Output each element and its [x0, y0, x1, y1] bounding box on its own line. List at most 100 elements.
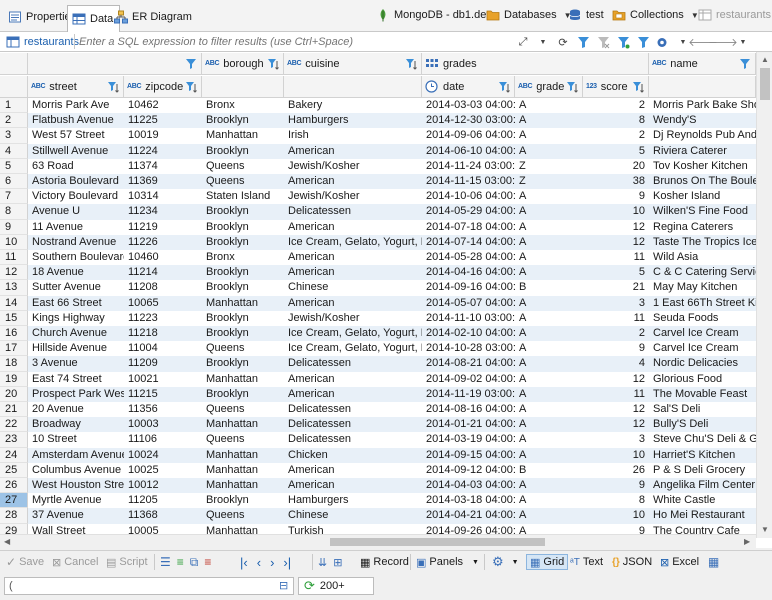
- table-row[interactable]: 13 Sutter Avenue 11208 Brooklyn Chinese 2014-…: [0, 280, 756, 296]
- cell-grade[interactable]: A: [515, 98, 583, 113]
- cell-name[interactable]: Kosher Island: [649, 189, 756, 204]
- table-row[interactable]: 2 Flatbush Avenue 11225 Brooklyn Hamburgers 2…: [0, 113, 756, 129]
- cell-zipcode[interactable]: 11208: [124, 280, 202, 295]
- cell-borough[interactable]: Manhattan: [202, 417, 284, 432]
- cell-borough[interactable]: Brooklyn: [202, 204, 284, 219]
- cell-date[interactable]: 2014-09-15 04:00:00: [422, 448, 515, 463]
- navigation-dropdown-icon[interactable]: ▼: [736, 35, 750, 49]
- cell-zipcode[interactable]: 11218: [124, 326, 202, 341]
- cell-street[interactable]: Avenue U: [28, 204, 124, 219]
- cell-street[interactable]: East 74 Street: [28, 372, 124, 387]
- cell-borough[interactable]: Queens: [202, 402, 284, 417]
- row-number[interactable]: 14: [0, 295, 28, 311]
- column-header-borough[interactable]: ABC borough: [202, 53, 284, 75]
- cell-grade[interactable]: A: [515, 113, 583, 128]
- cell-borough[interactable]: Manhattan: [202, 463, 284, 478]
- fetch-next-icon[interactable]: ⇊: [318, 556, 327, 569]
- cell-grade[interactable]: A: [515, 448, 583, 463]
- cell-grade[interactable]: A: [515, 432, 583, 447]
- cell-date[interactable]: 2014-09-06 04:00:00: [422, 128, 515, 143]
- table-row[interactable]: 22 Broadway 10003 Manhattan Delicatessen 2014…: [0, 417, 756, 433]
- cell-grade[interactable]: Z: [515, 159, 583, 174]
- cell-score[interactable]: 5: [583, 144, 649, 159]
- cell-score[interactable]: 11: [583, 311, 649, 326]
- cell-cuisine[interactable]: American: [284, 372, 422, 387]
- cell-score[interactable]: 12: [583, 372, 649, 387]
- row-number[interactable]: 7: [0, 189, 28, 205]
- cell-street[interactable]: Kings Highway: [28, 311, 124, 326]
- row-number[interactable]: 22: [0, 417, 28, 433]
- last-page-icon[interactable]: ›|: [283, 555, 291, 570]
- cell-borough[interactable]: Brooklyn: [202, 265, 284, 280]
- cell-grade[interactable]: A: [515, 508, 583, 523]
- cell-name[interactable]: Wendy'S: [649, 113, 756, 128]
- cell-zipcode[interactable]: 11214: [124, 265, 202, 280]
- cell-date[interactable]: 2014-07-18 04:00:00: [422, 220, 515, 235]
- cell-borough[interactable]: Brooklyn: [202, 326, 284, 341]
- row-number[interactable]: 4: [0, 143, 28, 159]
- cell-cuisine[interactable]: Jewish/Kosher: [284, 159, 422, 174]
- cell-date[interactable]: 2014-10-06 04:00:00: [422, 189, 515, 204]
- row-number[interactable]: 23: [0, 432, 28, 448]
- panel-options-icon[interactable]: [656, 35, 670, 49]
- cell-street[interactable]: 18 Avenue: [28, 265, 124, 280]
- table-row[interactable]: 24 Amsterdam Avenue 10024 Manhattan Chicken 2…: [0, 447, 756, 463]
- cell-borough[interactable]: Brooklyn: [202, 387, 284, 402]
- cell-zipcode[interactable]: 10065: [124, 296, 202, 311]
- cell-street[interactable]: Stillwell Avenue: [28, 144, 124, 159]
- cell-score[interactable]: 5: [583, 265, 649, 280]
- table-row[interactable]: 14 East 66 Street 10065 Manhattan American 20…: [0, 295, 756, 311]
- cell-score[interactable]: 10: [583, 204, 649, 219]
- cell-cuisine[interactable]: Delicatessen: [284, 432, 422, 447]
- cell-zipcode[interactable]: 11225: [124, 113, 202, 128]
- cell-score[interactable]: 8: [583, 113, 649, 128]
- cell-name[interactable]: Wild Asia: [649, 250, 756, 265]
- cell-grade[interactable]: A: [515, 387, 583, 402]
- cell-name[interactable]: P & S Deli Grocery: [649, 463, 756, 478]
- panels-button[interactable]: ▣ Panels ▼: [416, 555, 479, 569]
- cell-zipcode[interactable]: 11209: [124, 356, 202, 371]
- cell-score[interactable]: 8: [583, 493, 649, 508]
- row-number[interactable]: 5: [0, 158, 28, 174]
- cell-cuisine[interactable]: Chicken: [284, 448, 422, 463]
- filter-sort-icon[interactable]: [566, 81, 578, 93]
- row-number[interactable]: 18: [0, 356, 28, 372]
- cell-grade[interactable]: A: [515, 250, 583, 265]
- cell-date[interactable]: 2014-03-03 04:00:00: [422, 98, 515, 113]
- cell-cuisine[interactable]: Jewish/Kosher: [284, 189, 422, 204]
- cell-grade[interactable]: Z: [515, 174, 583, 189]
- column-header-grade[interactable]: ABC grade: [515, 76, 583, 98]
- cell-zipcode[interactable]: 10003: [124, 417, 202, 432]
- table-row[interactable]: 12 18 Avenue 11214 Brooklyn American 2014-04-…: [0, 265, 756, 281]
- cell-cuisine[interactable]: Jewish/Kosher: [284, 311, 422, 326]
- cell-street[interactable]: Victory Boulevard: [28, 189, 124, 204]
- scroll-down-icon[interactable]: ▼: [761, 525, 769, 534]
- row-number[interactable]: 21: [0, 402, 28, 418]
- vertical-scroll-thumb[interactable]: [760, 68, 770, 100]
- scroll-up-icon[interactable]: ▲: [761, 55, 769, 64]
- table-row[interactable]: 5 63 Road 11374 Queens Jewish/Kosher 2014-11-…: [0, 158, 756, 174]
- script-button[interactable]: ▤ Script: [106, 555, 148, 569]
- filter-sort-icon[interactable]: [405, 58, 417, 70]
- cell-date[interactable]: 2014-11-15 03:00:00: [422, 174, 515, 189]
- chevron-down-icon[interactable]: ▼: [472, 559, 479, 566]
- table-row[interactable]: 1 Morris Park Ave 10462 Bronx Bakery 2014-03-…: [0, 98, 756, 114]
- column-header-score[interactable]: 123 score: [583, 76, 649, 98]
- cell-grade[interactable]: A: [515, 356, 583, 371]
- cell-date[interactable]: 2014-10-28 03:00:00: [422, 341, 515, 356]
- copy-row-icon[interactable]: ⧉: [190, 555, 199, 570]
- cell-cuisine[interactable]: Delicatessen: [284, 204, 422, 219]
- cell-borough[interactable]: Bronx: [202, 250, 284, 265]
- cell-zipcode[interactable]: 10024: [124, 448, 202, 463]
- cell-zipcode[interactable]: 11356: [124, 402, 202, 417]
- cell-grade[interactable]: A: [515, 128, 583, 143]
- cell-name[interactable]: Brunos On The Boulevar: [649, 174, 756, 189]
- cell-street[interactable]: Church Avenue: [28, 326, 124, 341]
- query-text-field[interactable]: ( ⊟: [4, 577, 294, 595]
- cell-cuisine[interactable]: American: [284, 250, 422, 265]
- cell-cuisine[interactable]: American: [284, 220, 422, 235]
- cell-zipcode[interactable]: 10462: [124, 98, 202, 113]
- cell-borough[interactable]: Queens: [202, 341, 284, 356]
- filter-sort-icon[interactable]: [185, 81, 197, 93]
- add-row-icon[interactable]: ≡: [177, 555, 184, 569]
